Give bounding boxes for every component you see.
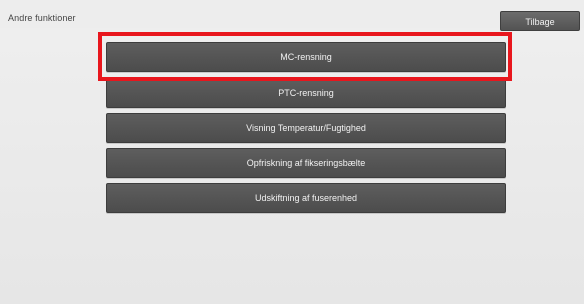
mc-cleaning-button[interactable]: MC-rensning <box>106 42 506 72</box>
page-title: Andre funktioner <box>8 13 76 23</box>
ptc-cleaning-button[interactable]: PTC-rensning <box>106 78 506 108</box>
fuser-replacement-button[interactable]: Udskiftning af fuserenhed <box>106 183 506 213</box>
back-button[interactable]: Tilbage <box>500 11 580 31</box>
screen: Andre funktioner Tilbage MC-rensning PTC… <box>0 0 584 304</box>
temperature-humidity-button[interactable]: Visning Temperatur/Fugtighed <box>106 113 506 143</box>
header-bar: Andre funktioner Tilbage <box>0 0 584 31</box>
fixing-belt-refresh-button[interactable]: Opfriskning af fikseringsbælte <box>106 148 506 178</box>
